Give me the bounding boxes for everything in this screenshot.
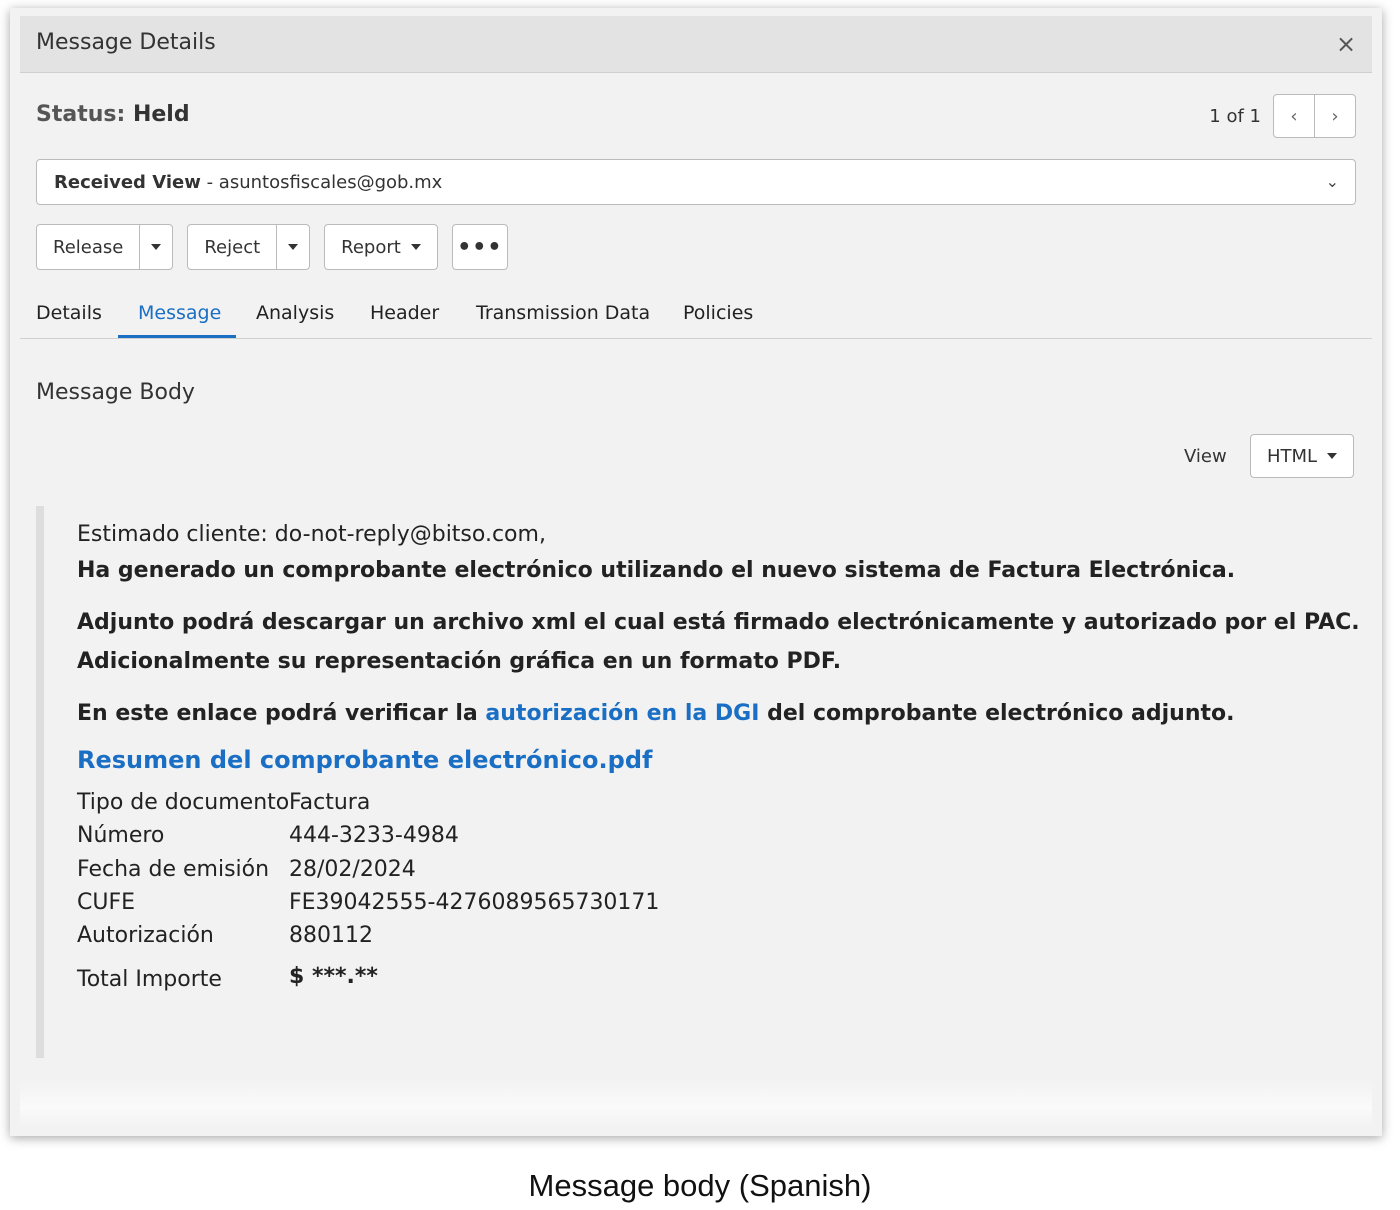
message-body-content: Estimado cliente: do-not-reply@bitso.com… <box>36 506 1362 1058</box>
body-line-4: En este enlace podrá verificar la autori… <box>77 701 1234 726</box>
field-label: CUFE <box>77 890 136 915</box>
chevron-left-icon: ‹ <box>1290 105 1298 127</box>
field-label: Autorización <box>77 923 214 948</box>
tab-transmission-data[interactable]: Transmission Data <box>476 302 650 324</box>
pager-buttons: ‹ › <box>1273 94 1356 138</box>
dialog-title: Message Details <box>36 30 216 55</box>
view-select-value: asuntosfiscales@gob.mx <box>218 171 443 193</box>
view-select-label: Received View <box>54 171 201 193</box>
field-value: 880112 <box>289 923 373 948</box>
dgi-authorization-link[interactable]: autorización en la DGI <box>485 701 759 726</box>
pager-count: 1 of 1 <box>1209 105 1261 127</box>
message-body-title: Message Body <box>36 380 195 405</box>
caret-down-icon <box>288 244 299 250</box>
tab-policies[interactable]: Policies <box>683 302 753 324</box>
total-label: Total Importe <box>77 967 222 992</box>
body-line-1: Ha generado un comprobante electrónico u… <box>77 558 1236 583</box>
reject-split-button: Reject <box>187 224 311 270</box>
previous-button[interactable]: ‹ <box>1274 95 1314 137</box>
dialog-titlebar: Message Details × <box>20 16 1372 73</box>
active-tab-indicator <box>118 335 236 338</box>
more-actions-button[interactable]: ••• <box>451 224 508 270</box>
close-icon[interactable]: × <box>1334 32 1358 56</box>
view-select-separator: - <box>200 171 219 193</box>
bottom-fade <box>20 1078 1372 1128</box>
release-split-button: Release <box>36 224 174 270</box>
body-line-3: Adicionalmente su representación gráfica… <box>77 649 842 674</box>
field-value: FE39042555-4276089565730171 <box>289 890 660 915</box>
message-details-dialog: Message Details × Status: Held 1 of 1 ‹ … <box>20 16 1372 1128</box>
field-label: Tipo de documento <box>77 790 290 815</box>
field-value: Factura <box>289 790 371 815</box>
greeting-text: Estimado cliente: do-not-reply@bitso.com… <box>77 522 546 547</box>
status-value: Held <box>132 102 190 127</box>
tab-message[interactable]: Message <box>138 302 221 324</box>
line4-prefix: En este enlace podrá verificar la <box>77 701 486 726</box>
status-row: Status: Held <box>36 102 190 127</box>
field-value: 28/02/2024 <box>289 857 416 882</box>
release-button[interactable]: Release <box>37 225 139 269</box>
tab-header[interactable]: Header <box>370 302 439 324</box>
reject-button[interactable]: Reject <box>188 225 276 269</box>
line4-suffix: del comprobante electrónico adjunto. <box>759 701 1235 726</box>
release-dropdown-button[interactable] <box>139 225 172 269</box>
action-toolbar: Release Reject Report ••• <box>36 224 508 270</box>
caret-down-icon <box>1327 453 1338 459</box>
chevron-down-icon: ⌄ <box>1325 172 1339 191</box>
caret-down-icon <box>151 244 162 250</box>
status-label: Status: <box>36 102 126 127</box>
field-value: 444-3233-4984 <box>289 823 459 848</box>
ellipsis-icon: ••• <box>457 234 503 260</box>
report-label: Report <box>341 236 401 258</box>
field-label: Número <box>77 823 165 848</box>
caret-down-icon <box>410 244 421 250</box>
field-label: Fecha de emisión <box>77 857 270 882</box>
tab-bar: Details Message Analysis Header Transmis… <box>20 292 1372 339</box>
view-format-select[interactable]: HTML <box>1250 434 1354 478</box>
next-button[interactable]: › <box>1314 95 1355 137</box>
pager: 1 of 1 ‹ › <box>1209 94 1356 138</box>
chevron-right-icon: › <box>1331 105 1339 127</box>
body-line-2: Adjunto podrá descargar un archivo xml e… <box>77 610 1360 635</box>
tab-analysis[interactable]: Analysis <box>256 302 334 324</box>
view-format-label: View <box>1184 446 1227 467</box>
view-select-text: Received View - asuntosfiscales@gob.mx <box>37 172 442 193</box>
view-format-value: HTML <box>1267 445 1318 467</box>
figure-caption: Message body (Spanish) <box>528 1168 872 1203</box>
tab-details[interactable]: Details <box>36 302 102 324</box>
pdf-summary-link[interactable]: Resumen del comprobante electrónico.pdf <box>77 746 652 774</box>
reject-dropdown-button[interactable] <box>276 225 309 269</box>
report-button[interactable]: Report <box>324 224 438 270</box>
total-value: $ ***.** <box>289 964 378 989</box>
view-select[interactable]: Received View - asuntosfiscales@gob.mx ⌄ <box>36 159 1356 205</box>
